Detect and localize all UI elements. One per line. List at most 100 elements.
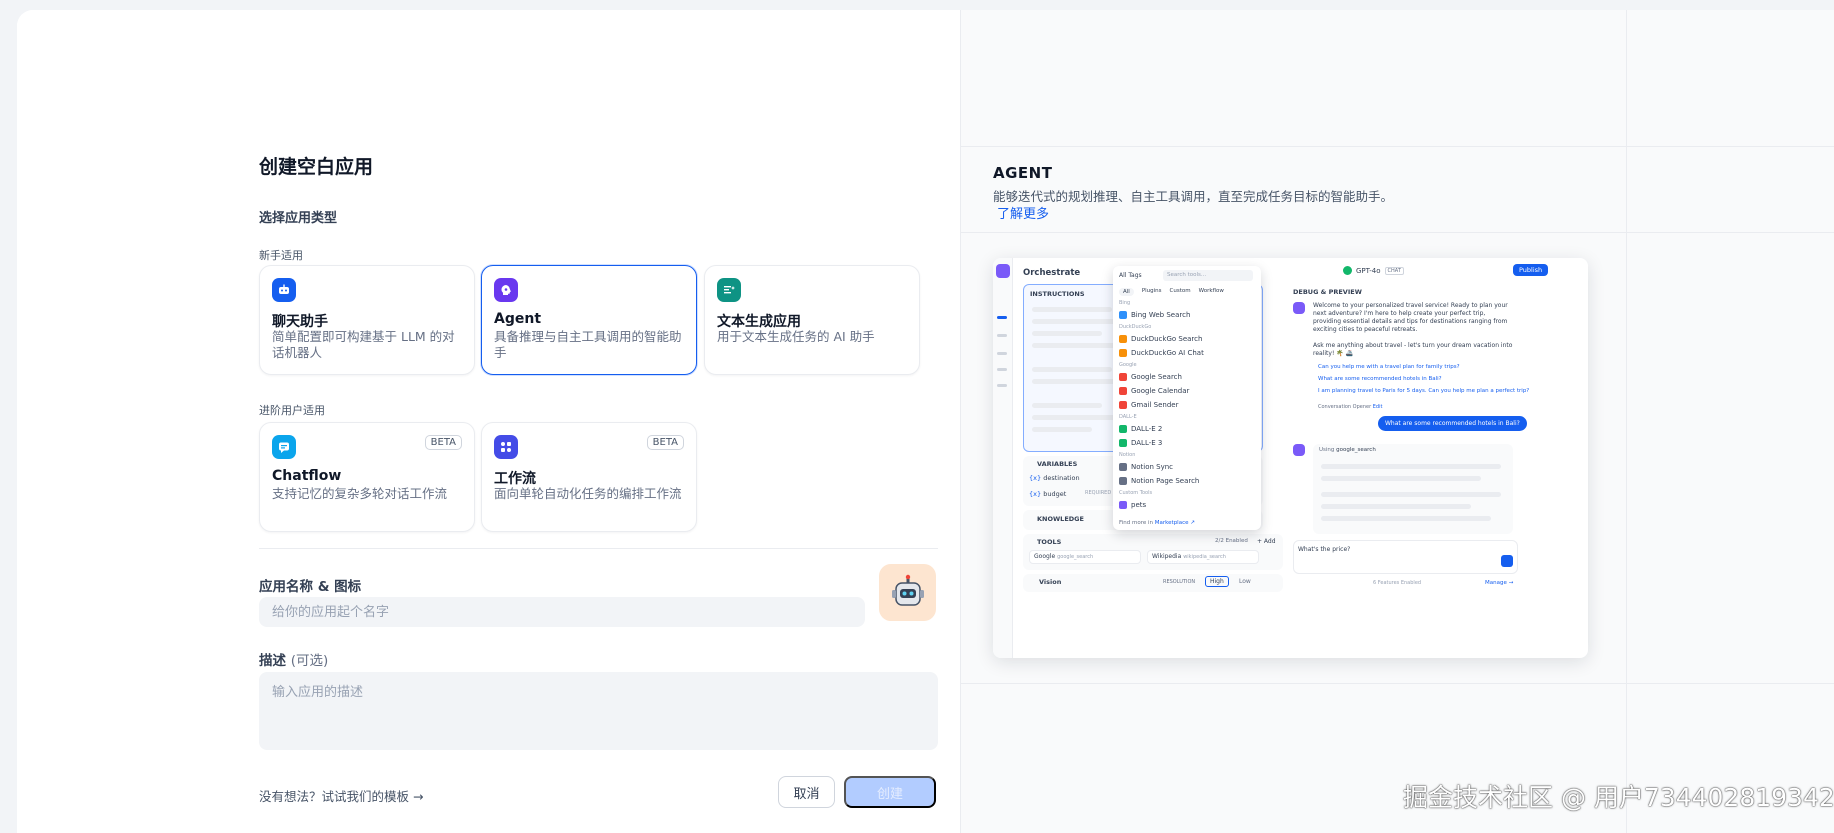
preview-tab-workflow: Workflow bbox=[1198, 288, 1224, 294]
agent-preview-image: Orchestrate INSTRUCTIONS VARIABLES {x} d… bbox=[993, 258, 1588, 658]
preview-tools: TOOLS 2/2 Enabled + Add Google google_se… bbox=[1023, 534, 1283, 570]
preview-features-enabled: 6 Features Enabled bbox=[1373, 580, 1422, 586]
preview-manage-link: Manage → bbox=[1485, 580, 1514, 586]
app-type-heading: 选择应用类型 bbox=[259, 211, 338, 226]
preview-var2-text: budget bbox=[1043, 490, 1067, 498]
tool-logo-icon bbox=[1119, 373, 1127, 381]
app-type-workflow[interactable]: BETA 工作流 面向单轮自动化任务的编排工作流 bbox=[481, 422, 697, 532]
create-button[interactable]: 创建 bbox=[844, 776, 936, 808]
preview-tool-item: Google Search bbox=[1119, 370, 1255, 384]
card-title: Chatflow bbox=[272, 468, 342, 484]
preview-tool-item-label: DuckDuckGo AI Chat bbox=[1131, 349, 1204, 357]
beginner-group-label: 新手适用 bbox=[259, 249, 303, 262]
preview-variables-label: VARIABLES bbox=[1037, 460, 1078, 468]
preview-tools-label: TOOLS bbox=[1037, 538, 1062, 546]
preview-resolution-label: RESOLUTION bbox=[1163, 579, 1196, 585]
app-type-chatflow[interactable]: BETA Chatflow 支持记忆的复杂多轮对话工作流 bbox=[259, 422, 475, 532]
preview-using-tool: google_search bbox=[1336, 447, 1376, 453]
preview-search-tools: Search tools... bbox=[1163, 270, 1253, 281]
app-type-text-generation[interactable]: 文本生成应用 用于文本生成任务的 AI 助手 bbox=[704, 265, 920, 375]
learn-more-link[interactable]: 了解更多 bbox=[997, 203, 1049, 222]
preview-tool2-id: wikipedia_search bbox=[1183, 554, 1226, 560]
cancel-button[interactable]: 取消 bbox=[778, 776, 835, 808]
preview-tool-group-label: Custom Tools bbox=[1119, 490, 1153, 496]
preview-tool-item: DuckDuckGo AI Chat bbox=[1119, 346, 1255, 360]
page-title: 创建空白应用 bbox=[259, 156, 374, 178]
preview-opener-line: Conversation Opener Edit bbox=[1318, 404, 1382, 410]
preview-suggestion-3: I am planning travel to Paris for 5 days… bbox=[1318, 388, 1530, 394]
preview-add-tool: + Add bbox=[1257, 538, 1276, 545]
preview-tool-item-label: DuckDuckGo Search bbox=[1131, 335, 1203, 343]
app-name-label: 应用名称 & 图标 bbox=[259, 579, 362, 595]
preview-tool-item-label: DALL-E 2 bbox=[1131, 425, 1163, 433]
grid-line bbox=[961, 146, 1834, 147]
preview-tool-item-label: Google Search bbox=[1131, 373, 1182, 381]
preview-vision: Vision RESOLUTION High Low bbox=[1023, 574, 1283, 592]
preview-app-icon bbox=[996, 264, 1010, 278]
preview-tool-group-label: Notion bbox=[1119, 452, 1136, 458]
card-description: 支持记忆的复杂多轮对话工作流 bbox=[272, 486, 448, 501]
preview-publish-button: Publish bbox=[1513, 264, 1549, 276]
preview-tool-item: Notion Sync bbox=[1119, 460, 1255, 474]
preview-tool-item: DuckDuckGo Search bbox=[1119, 332, 1255, 346]
description-textarea[interactable] bbox=[259, 672, 938, 750]
preview-tool-item: pets bbox=[1119, 498, 1255, 512]
preview-bot-avatar bbox=[1293, 302, 1305, 314]
tool-logo-icon bbox=[1119, 439, 1127, 447]
preview-model-name: GPT-4o bbox=[1356, 266, 1381, 275]
app-icon-picker[interactable] bbox=[879, 564, 936, 621]
card-description: 简单配置即可构建基于 LLM 的对话机器人 bbox=[272, 329, 455, 360]
card-description: 用于文本生成任务的 AI 助手 bbox=[717, 329, 875, 344]
app-type-agent[interactable]: Agent 具备推理与自主工具调用的智能助手 bbox=[481, 265, 697, 375]
section-divider bbox=[259, 548, 938, 549]
description-label: 描述 (可选) bbox=[259, 649, 328, 669]
preview-tab-plugins: Plugins bbox=[1141, 288, 1162, 294]
template-link[interactable]: 没有想法？试试我们的模板 → bbox=[259, 786, 423, 805]
preview-welcome-text: Welcome to your personalized travel serv… bbox=[1313, 302, 1508, 333]
preview-tool-item: Bing Web Search bbox=[1119, 308, 1255, 322]
preview-bot-avatar-2 bbox=[1293, 444, 1305, 456]
card-title: Agent bbox=[494, 311, 542, 327]
preview-tool-item: Notion Page Search bbox=[1119, 474, 1255, 488]
preview-ask-text: Ask me anything about travel - let's tur… bbox=[1313, 342, 1513, 357]
preview-debug-label: DEBUG & PREVIEW bbox=[1293, 288, 1362, 296]
preview-tool-item-label: Gmail Sender bbox=[1131, 401, 1179, 409]
tool-logo-icon bbox=[1119, 463, 1127, 471]
text-generation-icon bbox=[717, 278, 741, 302]
preview-chat-input: What's the price? bbox=[1293, 540, 1518, 574]
preview-tool-group-label: Google bbox=[1119, 362, 1137, 368]
preview-find-more-text: Find more in bbox=[1119, 520, 1154, 526]
preview-tool-item: Gmail Sender bbox=[1119, 398, 1255, 412]
app-name-input[interactable] bbox=[259, 597, 865, 627]
preview-sidebar bbox=[993, 258, 1013, 658]
preview-tools-dropdown: All Tags Search tools... All Plugins Cus… bbox=[1113, 266, 1261, 530]
preview-suggestion-2: What are some recommended hotels in Bali… bbox=[1318, 376, 1442, 382]
preview-tool-item: Google Calendar bbox=[1119, 384, 1255, 398]
card-description: 具备推理与自主工具调用的智能助手 bbox=[494, 329, 682, 360]
tool-logo-icon bbox=[1119, 387, 1127, 395]
card-title: 文本生成应用 bbox=[717, 314, 801, 330]
chatflow-icon bbox=[272, 435, 296, 459]
preview-model-selector: GPT-4o CHAT bbox=[1343, 266, 1404, 275]
app-frame: 创建空白应用 选择应用类型 新手适用 聊天助手 简单配置即可构建基于 LLM 的… bbox=[17, 10, 1834, 833]
preview-tool-group-label: Bing bbox=[1119, 300, 1131, 306]
preview-using-line: Using google_search bbox=[1319, 447, 1376, 453]
preview-find-more: Find more in Marketplace ↗ bbox=[1119, 520, 1195, 526]
preview-bot-reply: Using google_search bbox=[1313, 444, 1513, 534]
preview-var-destination: {x} destination bbox=[1029, 474, 1080, 482]
preview-tool-item-label: DALL-E 3 bbox=[1131, 439, 1163, 447]
preview-var-budget: {x} budget bbox=[1029, 490, 1067, 498]
tool-logo-icon bbox=[1119, 477, 1127, 485]
tool-logo-icon bbox=[1119, 501, 1127, 509]
preview-required-tag: REQUIRED bbox=[1085, 490, 1112, 496]
agent-heading: AGENT bbox=[993, 164, 1053, 182]
preview-chat-input-text: What's the price? bbox=[1298, 546, 1351, 553]
tool-logo-icon bbox=[1119, 425, 1127, 433]
openai-icon bbox=[1343, 266, 1352, 275]
chat-bot-icon bbox=[272, 278, 296, 302]
grid-line bbox=[961, 683, 1834, 684]
description-label-text: 描述 bbox=[259, 653, 286, 669]
preview-model-tag: CHAT bbox=[1384, 266, 1404, 275]
preview-high-option: High bbox=[1205, 576, 1229, 587]
app-type-chat-assistant[interactable]: 聊天助手 简单配置即可构建基于 LLM 的对话机器人 bbox=[259, 265, 475, 375]
